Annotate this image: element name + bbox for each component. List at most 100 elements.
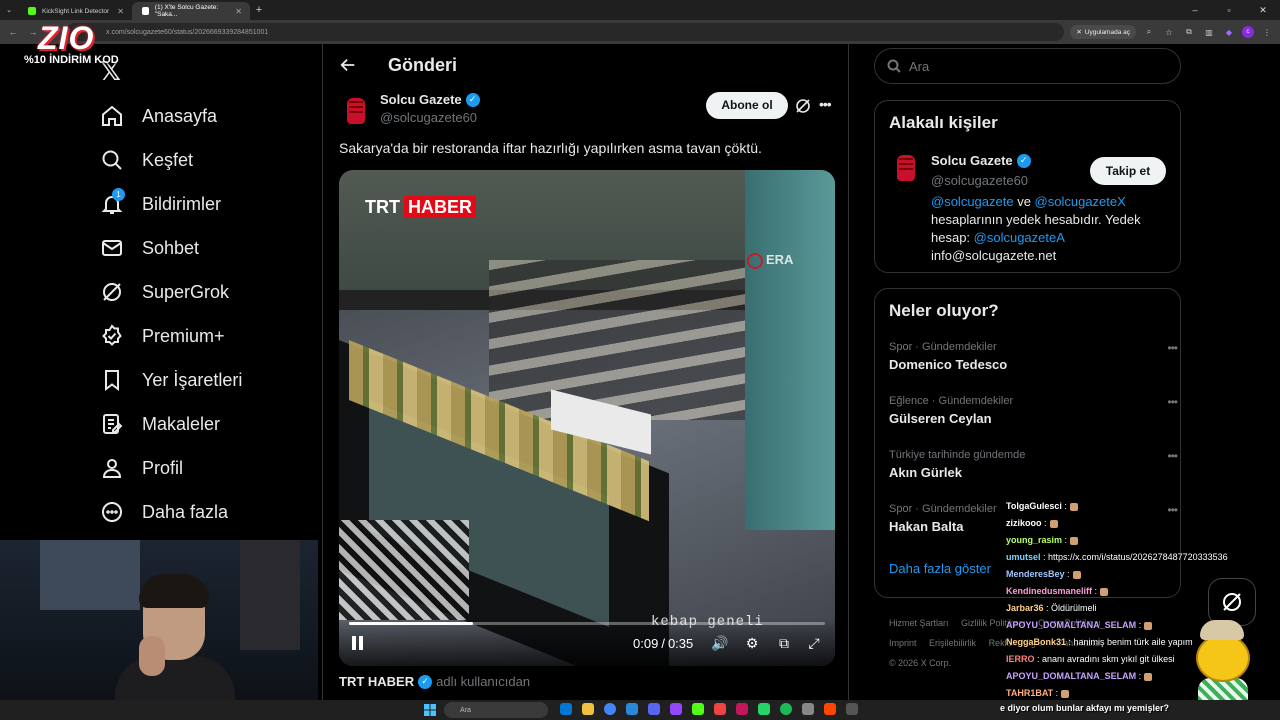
nav-label: Sohbet [142,237,200,258]
nav-item-home[interactable]: Anasayfa [100,96,217,136]
trend-item[interactable]: Eğlence · Gündemdekiler Gülseren Ceylan … [889,395,1178,426]
bio-email: info@solcugazete.net [931,248,1057,263]
nav-item-supergrok[interactable]: SuperGrok [100,272,229,312]
notification-count-badge: 1 [112,188,125,201]
close-window-icon[interactable]: ✕ [1246,0,1280,20]
close-tab-icon[interactable]: ✕ [235,7,242,16]
taskbar-app-icon[interactable] [802,703,814,715]
footer-link[interactable]: Hizmet Şartları [889,618,949,628]
browser-menu-icon[interactable]: ⋮ [1260,28,1274,37]
bio-mention-link[interactable]: @solcugazete [931,194,1014,209]
tab-search-dropdown-icon[interactable]: ⌄ [0,1,18,19]
taskbar-app-icon[interactable] [626,703,638,715]
nav-item-more[interactable]: Daha fazla [100,492,228,532]
author-name[interactable]: Solcu Gazete [380,92,462,107]
extensions-icon[interactable]: ⧉ [1182,27,1196,37]
sidebar-icon[interactable]: ▥ [1202,28,1216,37]
nav-item-messages[interactable]: Sohbet [100,228,199,268]
taskbar-app-icon[interactable] [692,703,704,715]
back-arrow-icon[interactable] [339,56,359,76]
taskbar-whatsapp-icon[interactable] [758,703,770,715]
picture-in-picture-icon[interactable]: ⧉ [775,634,793,652]
trend-item[interactable]: Spor · Gündemdekiler Domenico Tedesco ••… [889,341,1178,372]
pause-icon[interactable] [351,636,365,650]
bio-mention-link[interactable]: @solcugazeteX [1035,194,1126,209]
back-nav-icon[interactable]: ← [6,27,20,37]
taskbar-spotify-icon[interactable] [780,703,792,715]
footer-link[interactable]: Imprint [889,638,917,648]
bio-mention-link[interactable]: @solcugazeteA [974,230,1065,245]
related-avatar[interactable] [889,151,923,185]
browser-tab-x[interactable]: (1) X'te Solcu Gazete: "Saka... ✕ [132,2,250,20]
nav-item-explore[interactable]: Keşfet [100,140,193,180]
search-input[interactable]: Ara [874,48,1181,84]
browser-tab-kicksight[interactable]: KickSight Link Detector ✕ [18,2,132,20]
close-tab-icon[interactable]: ✕ [117,7,124,16]
chat-emote-icon [1069,502,1078,511]
nav-item-articles[interactable]: Makaleler [100,404,220,444]
follow-button[interactable]: Takip et [1090,157,1166,185]
taskbar-search-input[interactable]: Ara [444,702,548,718]
open-in-app-button[interactable]: ✕ Uygulamada aç [1070,25,1136,39]
taskbar-app-icon[interactable] [560,703,572,715]
nav-label: Yer İşaretleri [142,369,243,390]
bookmark-icon [100,368,124,392]
search-placeholder: Ara [909,58,930,74]
nav-item-premium[interactable]: Premium+ [100,316,225,356]
profile-avatar[interactable]: c [1242,26,1254,38]
show-more-link[interactable]: Daha fazla göster [889,561,991,576]
more-options-icon[interactable]: ••• [819,96,832,112]
nav-item-bookmarks[interactable]: Yer İşaretleri [100,360,242,400]
author-handle[interactable]: @solcugazete60 [380,110,480,125]
settings-gear-icon[interactable]: ⚙ [743,634,761,652]
footer-link[interactable]: Erişilebilirlik [929,638,976,648]
subscribe-button[interactable]: Abone ol [706,92,788,119]
taskbar-app-icon[interactable] [582,703,594,715]
trend-more-icon[interactable]: ••• [1167,449,1178,463]
taskbar-app-icon[interactable] [736,703,748,715]
volume-icon[interactable]: 🔊 [711,634,729,652]
related-handle[interactable]: @solcugazete60 [931,173,1028,188]
new-tab-button[interactable]: + [250,4,268,16]
extension-purple-icon[interactable]: ◆ [1222,28,1236,37]
windows-start-icon[interactable] [424,703,436,716]
chat-text: : [1064,569,1070,579]
nav-label: Daha fazla [142,501,229,522]
source-name[interactable]: TRT HABER [339,674,414,689]
maximize-icon[interactable]: ▫ [1212,0,1246,20]
taskbar-discord-icon[interactable] [648,703,660,715]
zoom-icon[interactable]: ⌕ [1142,27,1156,37]
chat-username: APOYU_DOMALTANA_SELAM [1006,620,1137,630]
fullscreen-icon[interactable]: ⤢ [805,634,823,652]
taskbar-app-icon[interactable] [824,703,836,715]
author-avatar[interactable] [339,94,373,128]
nav-item-profile[interactable]: Profil [100,448,183,488]
chat-text: : [1092,586,1098,596]
trend-item[interactable]: Türkiye tarihinde gündemde Akın Gürlek •… [889,449,1178,480]
haber-logo-part: HABER [404,196,477,218]
grok-explain-icon[interactable] [795,98,811,114]
chat-emote-icon [1070,536,1079,545]
nav-label: Makaleler [142,413,221,434]
bookmark-star-icon[interactable]: ☆ [1162,28,1176,37]
nav-item-notifications[interactable]: 1 Bildirimler [100,184,221,224]
person-icon [100,456,124,480]
trend-name: Domenico Tedesco [889,357,1008,372]
chat-emote-icon [1061,689,1070,698]
mail-icon [100,236,124,260]
taskbar-app-icon[interactable] [846,703,858,715]
fist-logo-icon [897,155,915,181]
webcam-background-shelf [240,540,300,650]
minimize-icon[interactable]: – [1178,0,1212,20]
trend-more-icon[interactable]: ••• [1167,341,1178,355]
taskbar-chrome-icon[interactable] [604,703,616,715]
video-player[interactable]: TRT HABER ERA kebap geneli 0:09 / 0:35 🔊… [339,170,835,666]
taskbar-app-icon[interactable] [670,703,682,715]
related-people-card: Alakalı kişiler Solcu Gazete ✓ @solcugaz… [874,100,1181,273]
trend-more-icon[interactable]: ••• [1167,395,1178,409]
video-progress-bar[interactable] [349,622,825,625]
taskbar-app-icon[interactable] [714,703,726,715]
related-name-row[interactable]: Solcu Gazete ✓ [931,153,1031,168]
address-bar[interactable]: x.com/solcugazete60/status/2026669339284… [66,23,1065,41]
fist-logo-icon [347,98,365,124]
